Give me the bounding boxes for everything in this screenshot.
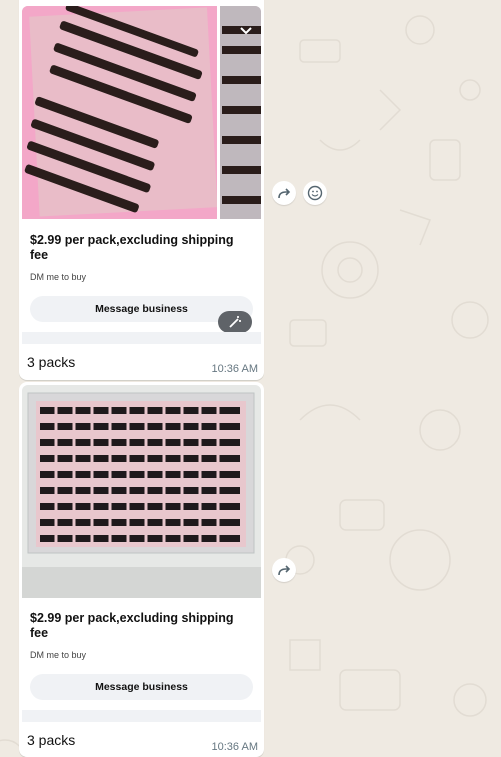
- caption-title: $2.99 per pack,excluding shipping fee: [30, 611, 234, 640]
- emoji-icon[interactable]: [303, 181, 327, 205]
- forward-icon[interactable]: [272, 181, 296, 205]
- chevron-down-icon[interactable]: [237, 22, 255, 40]
- caption-subtitle: DM me to buy: [30, 272, 87, 282]
- message-timestamp: 10:36 AM: [211, 741, 258, 753]
- forward-icon[interactable]: [272, 558, 296, 582]
- message-text: 3 packs: [27, 732, 76, 748]
- card-footer-bar: [22, 332, 261, 344]
- product-image-lashes-clear-tray[interactable]: [22, 385, 261, 598]
- message-bubble-1[interactable]: $2.99 per pack,excluding shipping fee DM…: [19, 0, 264, 380]
- lash-tray-photo: [22, 6, 261, 219]
- message-bubble-2[interactable]: $2.99 per pack,excluding shipping fee DM…: [19, 382, 264, 757]
- caption-subtitle: DM me to buy: [30, 650, 87, 660]
- lash-tray-photo: [22, 385, 261, 598]
- message-business-button[interactable]: Message business: [30, 674, 253, 700]
- magic-wand-icon[interactable]: [218, 311, 252, 333]
- message-text: 3 packs: [27, 354, 76, 370]
- caption-title: $2.99 per pack,excluding shipping fee: [30, 233, 234, 262]
- card-footer-bar: [22, 710, 261, 722]
- product-image-lashes-pink-tray[interactable]: [22, 6, 261, 219]
- message-timestamp: 10:36 AM: [211, 363, 258, 375]
